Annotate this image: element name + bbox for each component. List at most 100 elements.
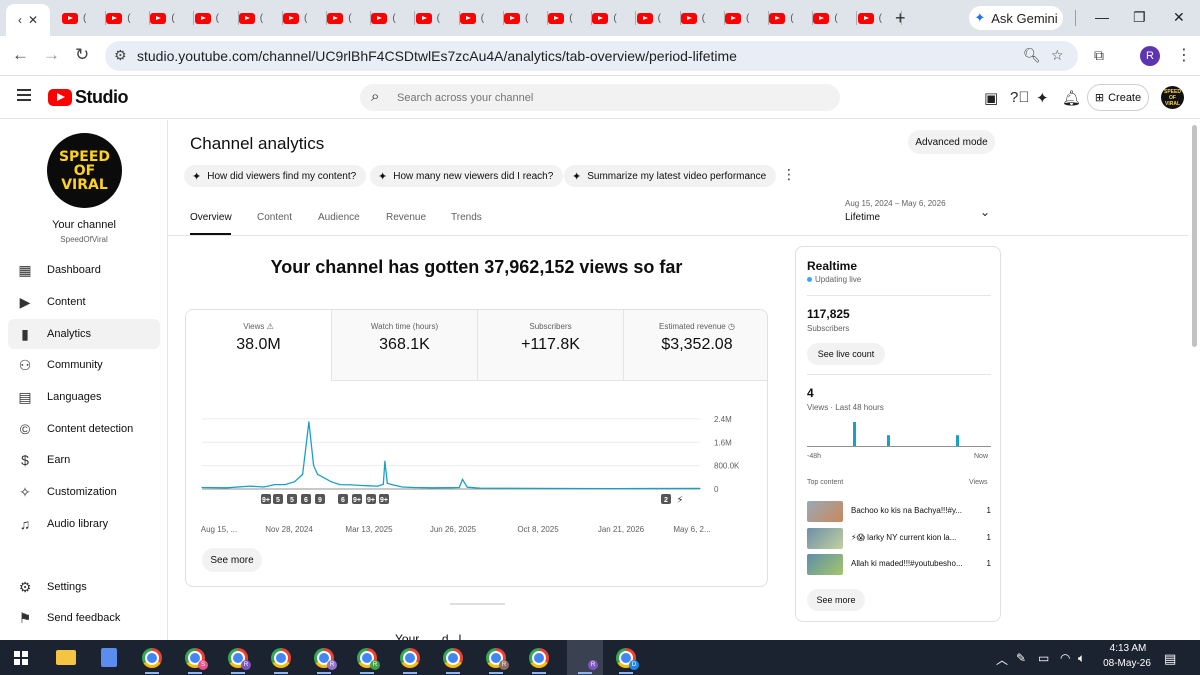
chip-viewers-find[interactable]: ✦ How did viewers find my content? <box>184 165 367 187</box>
realtime-see-more-button[interactable]: See more <box>807 589 865 611</box>
sidebar-item-customization[interactable]: ✧ Customization <box>8 477 160 507</box>
studio-logo[interactable]: Studio <box>48 87 129 108</box>
chrome-taskbar-icon[interactable] <box>529 648 549 668</box>
tab-close-icon[interactable]: ✕ <box>28 13 38 27</box>
browser-tab[interactable]: ( <box>548 8 593 28</box>
video-title[interactable]: Allah ki maded!!!#youtubesho... <box>851 559 973 568</box>
site-info-icon[interactable]: ⚙ <box>114 47 127 64</box>
active-tab[interactable]: ‹ ✕ <box>6 4 50 36</box>
browser-tab[interactable]: ( <box>769 8 814 28</box>
restore-icon[interactable]: ❐ <box>1133 9 1146 26</box>
messages-icon[interactable]: ▣ <box>984 89 998 107</box>
browser-tab[interactable]: ( <box>238 8 283 28</box>
browser-tab[interactable]: ( <box>725 8 769 28</box>
advanced-mode-button[interactable]: Advanced mode <box>908 130 995 154</box>
volume-icon[interactable]: 🔈︎ <box>1078 651 1085 666</box>
clock-date[interactable]: 08-May-26 <box>1097 658 1157 669</box>
browser-tab[interactable]: ( <box>371 8 416 28</box>
gemini-spark-icon[interactable]: ✦ <box>1036 89 1049 107</box>
see-more-button[interactable]: See more <box>202 548 262 572</box>
browser-tab[interactable]: ( <box>857 8 902 28</box>
tab-content[interactable]: Content <box>257 212 292 223</box>
start-icon[interactable] <box>14 651 28 665</box>
metric-revenue[interactable]: Estimated revenue ◷ $3,352.08 <box>624 310 767 381</box>
sidebar-item-content[interactable]: ▶ Content <box>8 287 160 317</box>
top-content-row[interactable]: Bachoo ko kis na Bachya!!!#y... 1 <box>807 501 991 523</box>
tab-trends[interactable]: Trends <box>451 212 482 223</box>
chrome-taskbar-icon[interactable]: S <box>185 648 208 670</box>
account-avatar[interactable]: SPEED OF VIRAL <box>1161 86 1184 109</box>
new-tab-button[interactable]: + <box>895 8 906 29</box>
window-close-icon[interactable]: ✕ <box>1173 9 1185 26</box>
browser-tab[interactable]: ( <box>813 8 858 28</box>
metric-views[interactable]: Views ⚠ 38.0M <box>186 310 332 381</box>
browser-tab[interactable]: ( <box>459 8 504 28</box>
browser-tab[interactable]: ( <box>504 8 548 28</box>
browser-tab[interactable]: ( <box>327 8 372 28</box>
chevron-down-icon[interactable]: ⌄ <box>980 205 990 219</box>
browser-tab[interactable]: ( <box>62 8 106 28</box>
zoom-search-icon[interactable]: 🔍︎ <box>1023 47 1041 64</box>
browser-tab[interactable]: ( <box>150 8 195 28</box>
browser-profile-avatar[interactable]: R <box>1140 46 1160 66</box>
search-input[interactable] <box>397 88 817 107</box>
help-icon[interactable]: ?⃝ <box>1010 89 1030 106</box>
date-period[interactable]: Lifetime <box>845 212 880 223</box>
sidebar-item-content-detection[interactable]: © Content detection <box>8 414 160 444</box>
page-scrollbar[interactable] <box>1192 125 1197 347</box>
browser-tab[interactable]: ( <box>636 8 681 28</box>
browser-tab[interactable]: ( <box>283 8 327 28</box>
video-title[interactable]: Bachoo ko kis na Bachya!!!#y... <box>851 506 973 515</box>
chrome-taskbar-icon[interactable]: R <box>357 648 380 670</box>
browser-tab[interactable]: ( <box>592 8 637 28</box>
browser-tab[interactable]: ( <box>194 8 239 28</box>
chrome-taskbar-icon[interactable]: D <box>616 648 639 670</box>
sidebar-item-dashboard[interactable]: ▦ Dashboard <box>8 255 160 285</box>
battery-icon[interactable]: ▭ <box>1038 651 1049 665</box>
menu-icon[interactable] <box>17 89 31 101</box>
tray-chevron-icon[interactable]: ︿ <box>996 651 1008 668</box>
wifi-icon[interactable]: ◠ <box>1060 651 1070 665</box>
clock-time[interactable]: 4:13 AM <box>1107 643 1149 654</box>
browser-tab[interactable]: ( <box>680 8 725 28</box>
video-thumbnail[interactable] <box>807 527 843 549</box>
notification-center-icon[interactable]: ▤ <box>1164 651 1176 667</box>
reload-icon[interactable]: ↻ <box>75 45 89 65</box>
chip-new-viewers[interactable]: ✦ How many new viewers did I reach? <box>370 165 564 187</box>
notifications-icon[interactable]: 🔔︎ <box>1062 89 1081 107</box>
chrome-taskbar-icon[interactable] <box>142 648 162 668</box>
sidebar-item-analytics[interactable]: ▮ Analytics <box>8 319 160 349</box>
ask-gemini-button[interactable]: ✦ Ask Gemini <box>969 6 1063 30</box>
create-button[interactable]: ⊞ Create <box>1087 84 1149 111</box>
reading-mode-icon[interactable]: ⧉ <box>1094 47 1104 64</box>
chips-more-icon[interactable]: ⋮ <box>782 166 796 183</box>
top-content-row[interactable]: Allah ki maded!!!#youtubesho... 1 <box>807 554 991 576</box>
forward-icon[interactable]: → <box>43 45 60 65</box>
metric-watch-time[interactable]: Watch time (hours) 368.1K <box>332 310 478 381</box>
channel-avatar[interactable]: SPEED OF VIRAL <box>47 133 122 208</box>
channel-search[interactable]: ⌕ <box>360 84 840 111</box>
chrome-taskbar-icon[interactable]: R <box>314 648 337 670</box>
back-icon[interactable]: ← <box>12 45 29 65</box>
chrome-taskbar-icon[interactable] <box>271 648 291 668</box>
chrome-taskbar-icon[interactable]: R <box>228 648 251 670</box>
metric-subscribers[interactable]: Subscribers +117.8K <box>478 310 624 381</box>
sidebar-item-earn[interactable]: $ Earn <box>8 445 160 475</box>
calculator-icon[interactable] <box>101 648 117 667</box>
sidebar-item-send-feedback[interactable]: ⚑ Send feedback <box>8 603 160 633</box>
video-thumbnail[interactable] <box>807 501 843 522</box>
sidebar-item-settings[interactable]: ⚙ Settings <box>8 572 160 602</box>
browser-tab[interactable]: ( <box>415 8 460 28</box>
chrome-taskbar-icon[interactable] <box>443 648 463 668</box>
video-thumbnail[interactable] <box>807 554 843 575</box>
see-live-count-button[interactable]: See live count <box>807 343 885 365</box>
pen-icon[interactable]: ✎ <box>1016 651 1026 665</box>
date-range[interactable]: Aug 15, 2024 – May 6, 2026 <box>845 199 946 208</box>
bookmark-star-icon[interactable]: ☆ <box>1051 47 1064 64</box>
chrome-taskbar-icon[interactable]: R <box>486 648 509 670</box>
sidebar-item-community[interactable]: ⚇ Community <box>8 350 160 380</box>
tab-audience[interactable]: Audience <box>318 212 360 223</box>
file-explorer-icon[interactable] <box>56 650 76 665</box>
video-title[interactable]: ⚡😱 larky NY current kion la... <box>851 533 973 542</box>
tab-overview[interactable]: Overview <box>190 212 232 223</box>
